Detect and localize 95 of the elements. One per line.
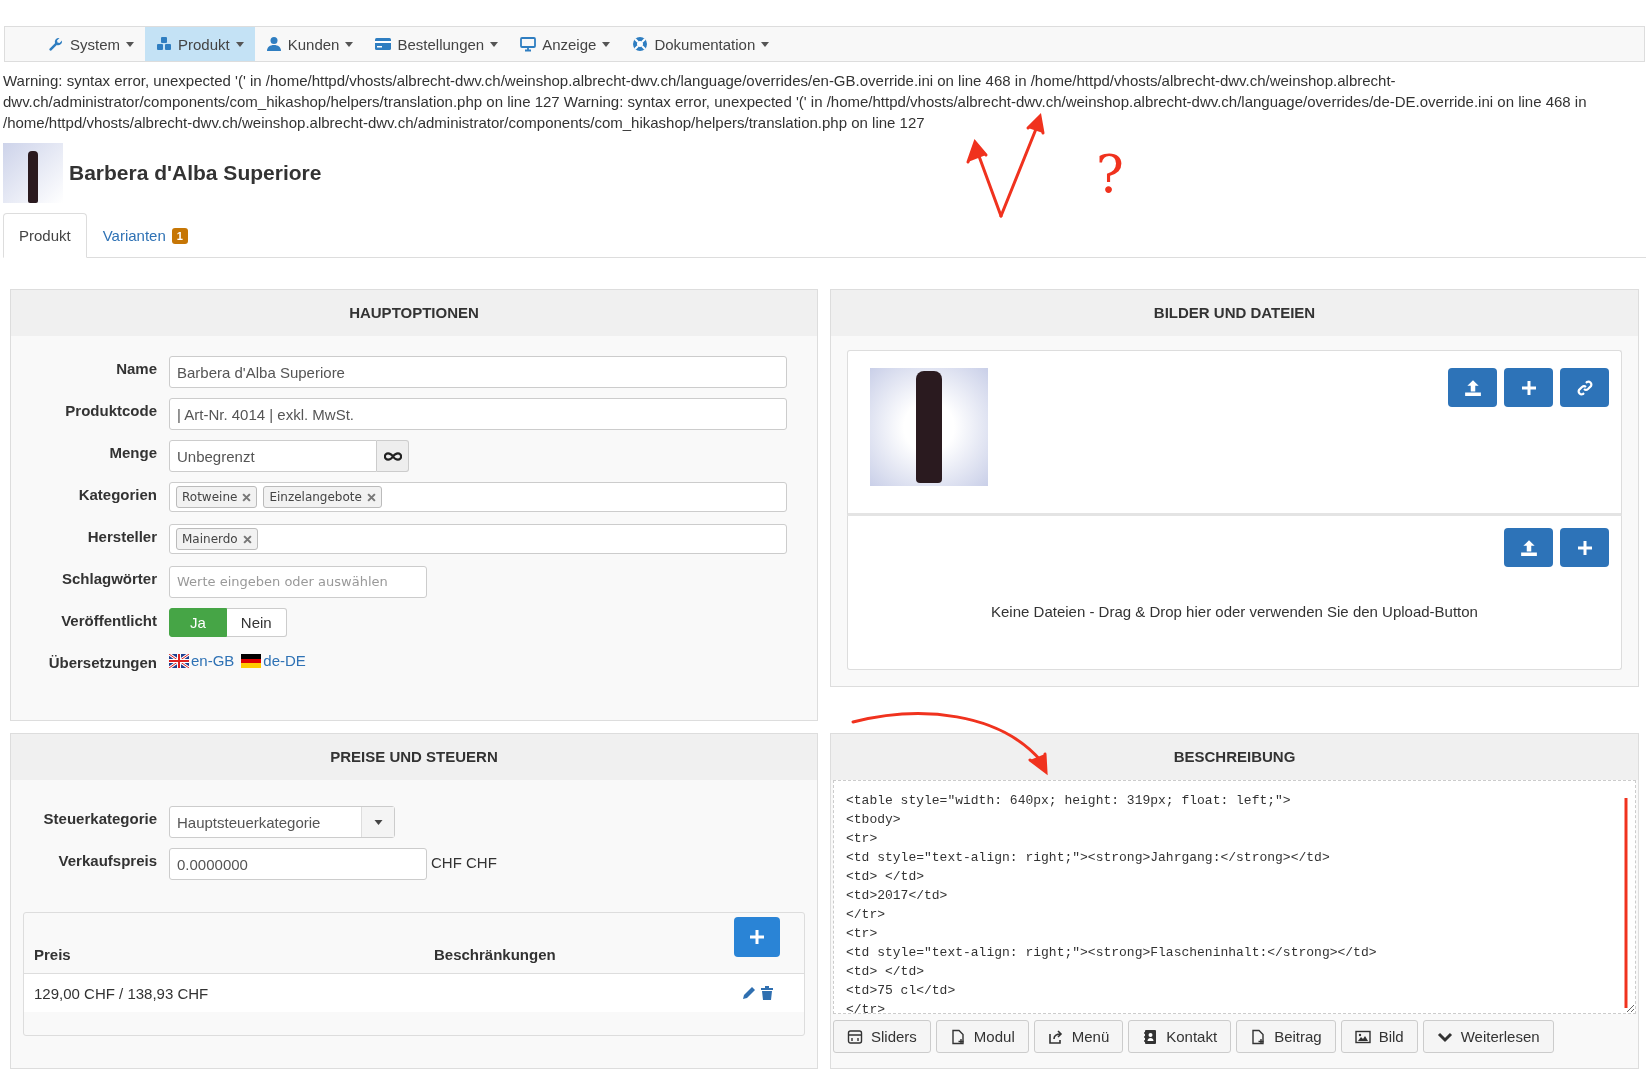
panel-heading: PREISE UND STEUERN: [11, 734, 817, 780]
field-label: Veröffentlicht: [60, 611, 157, 629]
warning-message: Warning: syntax error, unexpected '(' in /home/httpd/vhosts/albrecht-dwv.ch/weinshop.albrecht-dwv.ch/language/overrides/en-GB.override.ini on line 468 in /home/httpd/vhosts/albrecht-dwv.ch/weinshop.albrecht-dwv.ch/administrator/components/com_hikashop/helpers/translation.php on line 127 Warning: syntax error, unexpected '(' in /home/httpd/vhosts/albrecht-dwv.ch/weinshop.albrecht-dwv.ch/language/overrides/de-DE.override.ini on line 468 in /home/httpd/vhosts/albrecht-dwv.ch/weinshop.albrecht-dwv.ch/administrator/components/com_hikashop/helpers/translation.php on line 127: [3, 71, 1588, 133]
caret-icon: [761, 41, 770, 47]
monitor-icon: [520, 36, 537, 52]
user-icon: [265, 36, 282, 52]
flag-icon: [241, 653, 262, 668]
field-label: Menge: [108, 443, 157, 461]
caret-icon: [490, 41, 499, 47]
plus-icon: [1520, 379, 1537, 396]
nav-menu-item[interactable]: Bestellungen: [364, 27, 510, 61]
editor-button[interactable]: Sliders: [833, 1020, 931, 1053]
column-header: Preis: [34, 946, 72, 965]
link-button[interactable]: [1560, 368, 1609, 407]
credit-card-icon: [375, 36, 392, 52]
product-title: Barbera d'Alba Superiore: [69, 161, 322, 185]
remove-icon[interactable]: [242, 534, 252, 544]
empty-files-message: Keine Dateien - Drag & Drop hier oder verwenden Sie den Upload-Button: [990, 603, 1479, 620]
contact-book-icon: [1142, 1028, 1159, 1045]
caret-icon: [126, 41, 134, 47]
lifebuoy-icon: [632, 36, 649, 52]
tag-field[interactable]: Rotweine Einzelangebote: [169, 482, 787, 512]
editor-button[interactable]: Bild: [1340, 1020, 1418, 1053]
tax-category-dropdown[interactable]: Hauptsteuerkategorie: [169, 806, 395, 838]
upload-button[interactable]: [1448, 368, 1497, 407]
tab[interactable]: Produkt: [3, 213, 87, 258]
file-plus-icon: [1250, 1028, 1267, 1045]
upload-button[interactable]: [1504, 528, 1553, 567]
nav-menu-item[interactable]: Kunden: [254, 27, 365, 61]
caret-icon: [602, 41, 611, 47]
cubes-icon: [156, 36, 172, 52]
caret-icon: [345, 41, 354, 47]
flag-icon: [169, 653, 189, 668]
text-field[interactable]: | Art-Nr. 4014 | exkl. MwSt.: [169, 398, 787, 430]
remove-icon[interactable]: [366, 492, 376, 502]
add-button[interactable]: [1560, 528, 1609, 567]
remove-icon[interactable]: [242, 492, 252, 502]
panel-heading: BESCHREIBUNG: [831, 734, 1638, 780]
edit-icon[interactable]: [741, 985, 757, 1001]
tag-chip: Mainerdo: [176, 528, 258, 550]
nav-menu-item[interactable]: Anzeige: [509, 27, 622, 61]
nav-menu-item[interactable]: System: [37, 27, 145, 61]
price-field[interactable]: 0.0000000: [169, 848, 427, 880]
infinity-icon: [383, 451, 402, 461]
editor-button[interactable]: Kontakt: [1128, 1020, 1232, 1053]
panel-heading: BILDER UND DATEIEN: [831, 290, 1638, 336]
link-icon: [1576, 379, 1593, 396]
add-price-button[interactable]: [734, 917, 780, 957]
annotation-question-mark: ?: [1096, 148, 1124, 200]
field-label: Hersteller: [86, 527, 157, 545]
plus-icon: [1576, 539, 1593, 556]
field-label: Kategorien: [77, 485, 157, 503]
tab[interactable]: Varianten 1: [86, 213, 204, 258]
editor-button[interactable]: Beitrag: [1236, 1020, 1336, 1053]
caret-icon: [373, 819, 383, 825]
toggle-option[interactable]: Nein: [226, 608, 287, 637]
upload-icon: [1463, 378, 1482, 397]
infinity-button[interactable]: [377, 440, 409, 472]
text-field[interactable]: Barbera d'Alba Superiore: [169, 356, 787, 388]
quantity-field[interactable]: Unbegrenzt: [169, 440, 377, 472]
field-label: Produktcode: [64, 401, 157, 419]
share-icon: [1047, 1028, 1064, 1045]
html-code-editor[interactable]: <table style="width: 640px; height: 319px; float: left;"> <tbody> <tr> <td style="text-align: right;"><strong>Jahrgang:</strong></td> <td> </td> <td>2017</td> </tr> <tr> <td style="text-align: right;"><strong>Flascheninhalt:</strong></td> <td> </td> <td>75 cl</td> </tr>: [833, 780, 1636, 1014]
file-plus-icon: [949, 1028, 966, 1045]
editor-button[interactable]: Weiterlesen: [1422, 1020, 1554, 1053]
image-icon: [1354, 1028, 1371, 1045]
tag-chip: Einzelangebote: [263, 486, 382, 508]
plus-icon: [749, 929, 765, 945]
add-button[interactable]: [1504, 368, 1553, 407]
product-thumbnail: [3, 143, 63, 203]
translation-link[interactable]: de-DE: [263, 652, 306, 669]
nav-menu-item[interactable]: Produkt: [145, 27, 255, 61]
translation-link[interactable]: en-GB: [191, 652, 235, 669]
upload-icon: [1519, 538, 1538, 557]
tag-field[interactable]: Mainerdo: [169, 524, 787, 554]
editor-button[interactable]: Menü: [1033, 1020, 1124, 1053]
panel-heading: HAUPTOPTIONEN: [11, 290, 817, 336]
column-header: Beschränkungen: [434, 946, 557, 965]
caret-icon: [235, 41, 244, 47]
field-label: Name: [115, 359, 157, 377]
tag-chip: Rotweine: [176, 486, 258, 508]
field-label: Steuerkategorie: [42, 809, 157, 827]
trash-icon[interactable]: [760, 985, 774, 1001]
table-cell: 129,00 CHF / 138,93 CHF: [34, 984, 209, 1002]
wrench-icon: [48, 36, 64, 52]
keyword-field[interactable]: Werte eingeben oder auswählen: [169, 566, 427, 598]
editor-button[interactable]: Modul: [935, 1020, 1029, 1053]
slider-box-icon: [847, 1028, 863, 1045]
field-label: Verkaufspreis: [57, 851, 157, 869]
count-badge: 1: [171, 227, 188, 244]
field-label: Schlagwörter: [60, 569, 157, 587]
field-label: Übersetzungen: [47, 653, 157, 671]
currency-label: CHF CHF: [431, 853, 497, 871]
file-drop-area[interactable]: Keine Dateien - Drag & Drop hier oder verwenden Sie den Upload-Button: [847, 516, 1622, 670]
nav-menu-item[interactable]: Dokumentation: [621, 27, 781, 61]
